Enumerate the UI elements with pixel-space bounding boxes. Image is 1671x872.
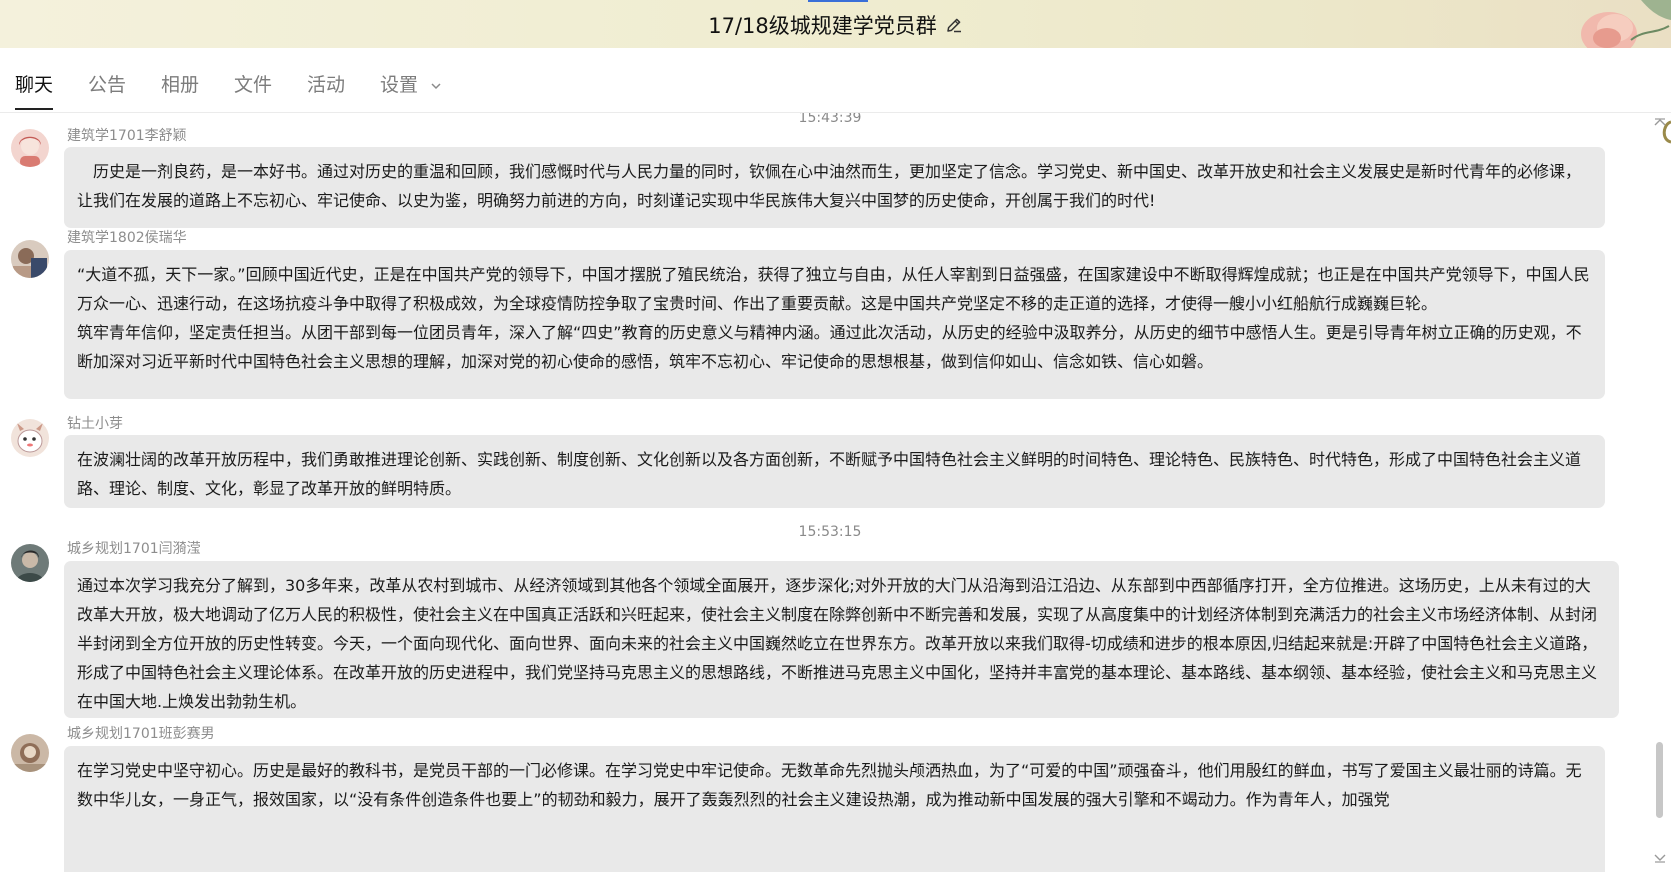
chat-area: 15:43:39 建筑学1701李舒颖 历史是一剂良药，是一本好书。通过对历史的…	[0, 113, 1650, 872]
tab-bar: 聊天 公告 相册 文件 活动 设置	[0, 48, 1671, 144]
sender-name: 建筑学1701李舒颖	[67, 128, 187, 144]
message-text: 通过本次学习我充分了解到，30多年来，改革从农村到城市、从经济领域到其他各个领域…	[77, 576, 1598, 711]
message-text: 在波澜壮阔的改革开放历程中，我们勇敢推进理论创新、实践创新、制度创新、文化创新以…	[77, 450, 1582, 498]
timestamp: 15:43:39	[798, 113, 862, 126]
title-wrap: 17/18级城规建学党员群	[0, 10, 1671, 40]
message-text: 历史是一剂良药，是一本好书。通过对历史的重温和回顾，我们感慨时代与人民力量的同时…	[77, 162, 1582, 210]
timestamp: 15:53:15	[798, 524, 862, 540]
title-bar: 17/18级城规建学党员群	[0, 0, 1671, 49]
scroll-up-icon[interactable]	[1653, 116, 1667, 130]
sender-name: 城乡规划1701闫漪滢	[67, 541, 201, 557]
avatar-cartoon-icon	[11, 419, 49, 457]
avatar[interactable]	[11, 129, 49, 167]
message-text: 在学习党史中坚守初心。历史是最好的教科书，是党员干部的一门必修课。在学习党史中牢…	[77, 761, 1582, 809]
message-text: “大道不孤，天下一家。”回顾中国近代史，正是在中国共产党的领导下，中国才摆脱了殖…	[77, 265, 1590, 313]
tab-settings-label: 设置	[380, 74, 419, 96]
message-bubble[interactable]: 通过本次学习我充分了解到，30多年来，改革从农村到城市、从经济领域到其他各个领域…	[64, 561, 1619, 718]
group-title: 17/18级城规建学党员群	[708, 14, 937, 38]
message-bubble[interactable]: 历史是一剂良药，是一本好书。通过对历史的重温和回顾，我们感慨时代与人民力量的同时…	[64, 147, 1605, 228]
title-accent-line	[808, 0, 868, 2]
avatar[interactable]	[11, 734, 49, 772]
scrollbar-thumb[interactable]	[1656, 742, 1663, 818]
tab-activity[interactable]: 活动	[307, 72, 345, 108]
scroll-down-icon[interactable]	[1653, 850, 1667, 864]
avatar[interactable]	[11, 240, 49, 278]
tab-announcement[interactable]: 公告	[88, 72, 126, 108]
avatar[interactable]	[11, 544, 49, 582]
avatar-girl-icon	[11, 129, 49, 167]
qq-group-window: 17/18级城规建学党员群 聊天 公告 相册 文件 活动 设置 15:43:39…	[0, 0, 1671, 872]
message-text: 筑牢青年信仰，坚定责任担当。从团干部到每一位团员青年，深入了解“四史”教育的历史…	[77, 323, 1582, 371]
message-bubble[interactable]: “大道不孤，天下一家。”回顾中国近代史，正是在中国共产党的领导下，中国才摆脱了殖…	[64, 250, 1605, 399]
tab-chat[interactable]: 聊天	[15, 72, 54, 110]
avatar-photo-icon	[11, 240, 49, 278]
avatar[interactable]	[11, 419, 49, 457]
sender-name: 钻土小芽	[67, 416, 123, 432]
tab-album[interactable]: 相册	[161, 72, 199, 108]
sender-name: 建筑学1802侯瑞华	[67, 230, 187, 246]
chevron-down-icon	[431, 82, 441, 89]
message-bubble[interactable]: 在波澜壮阔的改革开放历程中，我们勇敢推进理论创新、实践创新、制度创新、文化创新以…	[64, 435, 1605, 508]
avatar-photo-icon	[11, 544, 49, 582]
tab-settings[interactable]: 设置	[380, 72, 442, 108]
tab-files[interactable]: 文件	[234, 72, 272, 108]
message-bubble[interactable]: 在学习党史中坚守初心。历史是最好的教科书，是党员干部的一门必修课。在学习党史中牢…	[64, 746, 1605, 872]
pencil-icon[interactable]	[945, 16, 963, 34]
flower-decoration	[1581, 0, 1671, 48]
avatar-photo-icon	[11, 734, 49, 772]
sender-name: 城乡规划1701班彭赛男	[67, 726, 215, 742]
